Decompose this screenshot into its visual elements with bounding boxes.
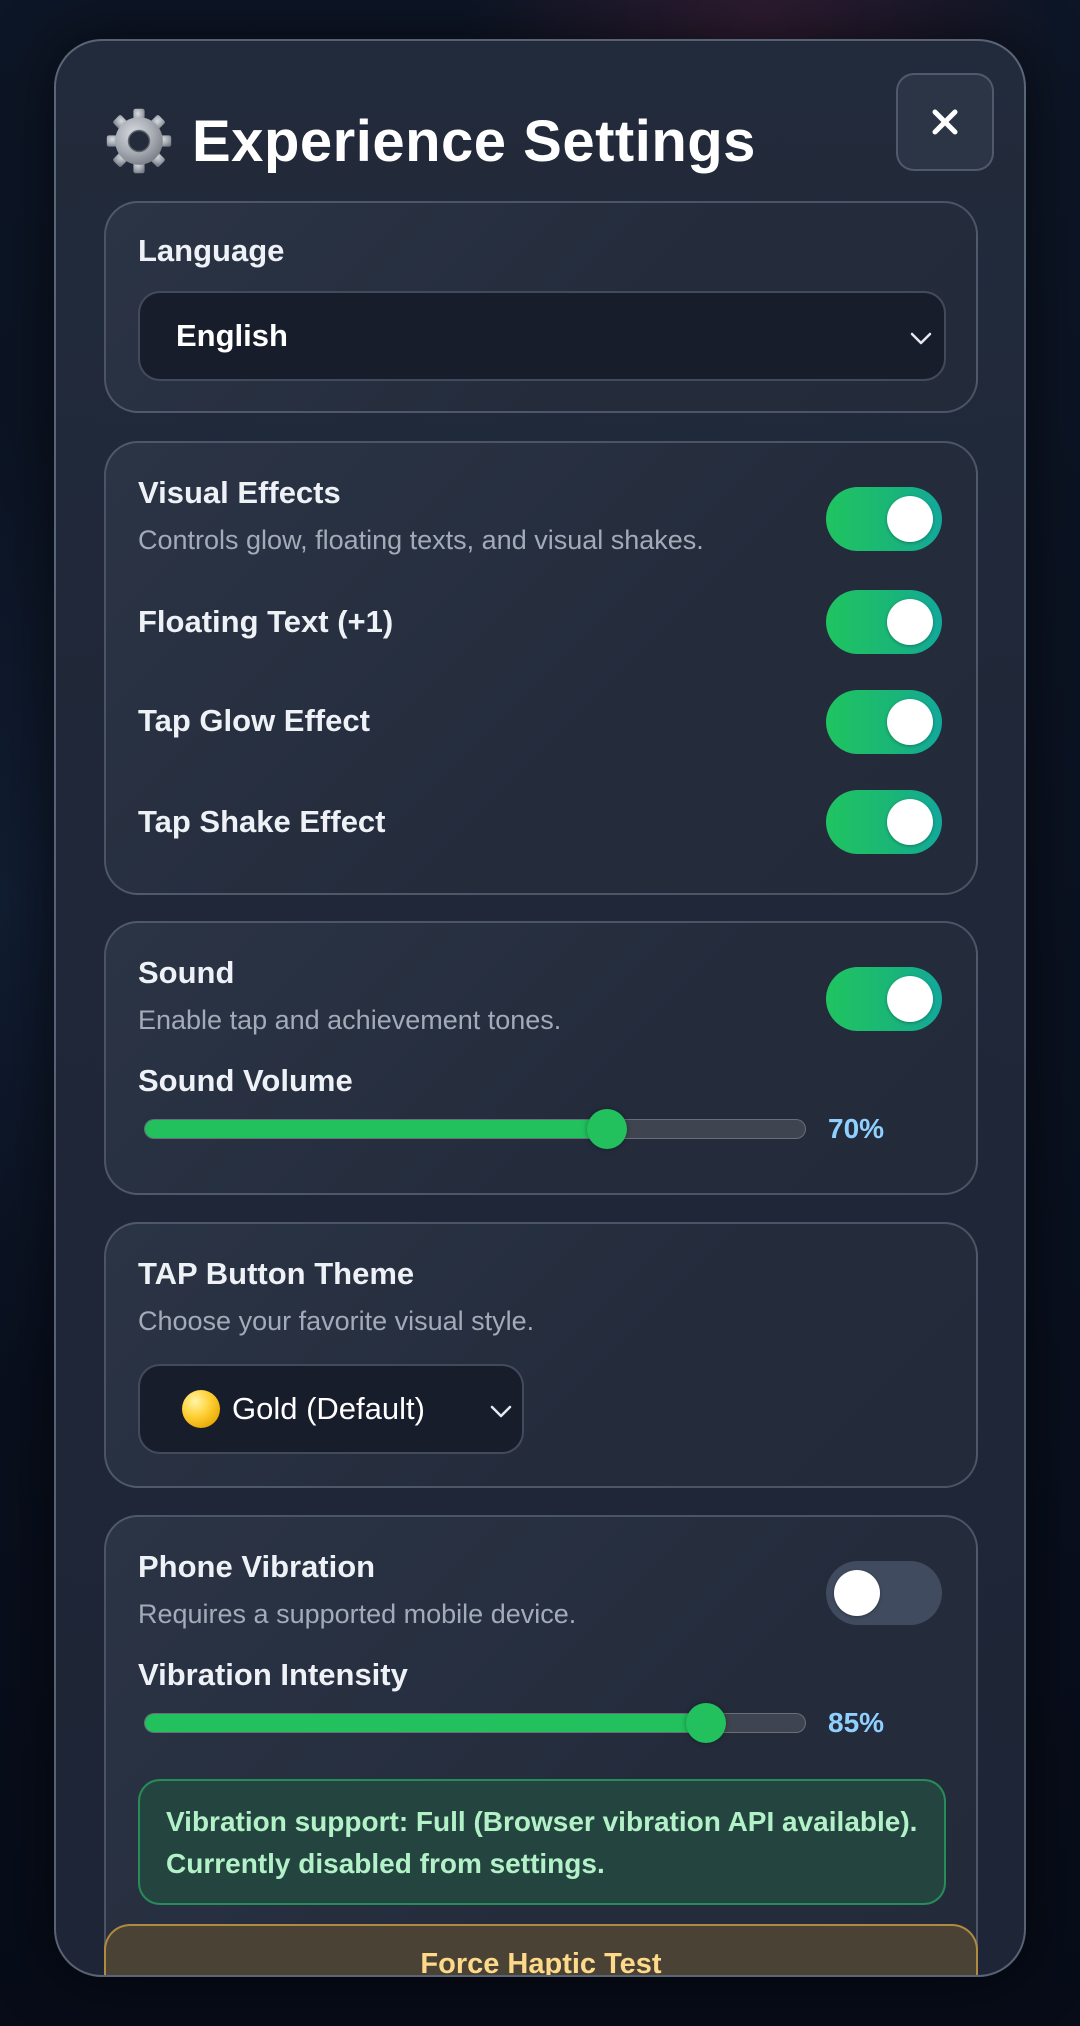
- close-button[interactable]: [896, 73, 994, 171]
- sound-label: Sound: [138, 955, 235, 990]
- toggle-knob: [887, 496, 933, 542]
- dialog-title: Experience Settings: [192, 108, 756, 174]
- chevron-down-icon: [910, 332, 932, 345]
- tap-glow-toggle[interactable]: [826, 690, 942, 754]
- language-label: Language: [138, 233, 285, 268]
- slider-fill: [145, 1120, 607, 1138]
- sound-toggle[interactable]: [826, 967, 942, 1031]
- theme-description: Choose your favorite visual style.: [138, 1306, 535, 1336]
- theme-card: TAP Button Theme Choose your favorite vi…: [104, 1222, 978, 1488]
- vibration-description: Requires a supported mobile device.: [138, 1599, 577, 1629]
- dialog-header: Experience Settings: [104, 91, 756, 191]
- tap-glow-label: Tap Glow Effect: [138, 703, 370, 738]
- vibration-intensity-label: Vibration Intensity: [138, 1657, 408, 1692]
- visual-effects-label: Visual Effects: [138, 475, 341, 510]
- theme-selected-value: Gold (Default): [232, 1391, 425, 1426]
- visual-effects-card: Visual Effects Controls glow, floating t…: [104, 441, 978, 895]
- toggle-knob: [887, 599, 933, 645]
- settings-dialog: Experience Settings Language English Vis…: [54, 39, 1026, 1977]
- visual-effects-description: Controls glow, floating texts, and visua…: [138, 525, 704, 555]
- sound-description: Enable tap and achievement tones.: [138, 1005, 562, 1035]
- tap-shake-label: Tap Shake Effect: [138, 804, 386, 839]
- sound-volume-slider[interactable]: [144, 1109, 806, 1149]
- sound-volume-label: Sound Volume: [138, 1063, 353, 1098]
- language-card: Language English: [104, 201, 978, 413]
- vibration-toggle[interactable]: [826, 1561, 942, 1625]
- language-select[interactable]: English: [138, 291, 946, 381]
- floating-text-toggle[interactable]: [826, 590, 942, 654]
- floating-text-label: Floating Text (+1): [138, 604, 394, 639]
- toggle-knob: [887, 799, 933, 845]
- vibration-intensity-value: 85%: [828, 1707, 885, 1738]
- vibration-support-notice: Vibration support: Full (Browser vibrati…: [138, 1779, 946, 1905]
- theme-label: TAP Button Theme: [138, 1256, 415, 1291]
- sound-card: Sound Enable tap and achievement tones. …: [104, 921, 978, 1195]
- vibration-label: Phone Vibration: [138, 1549, 376, 1584]
- force-haptic-test-button[interactable]: Force Haptic Test: [104, 1924, 978, 1975]
- slider-thumb[interactable]: [686, 1703, 726, 1743]
- slider-thumb[interactable]: [587, 1109, 627, 1149]
- gold-coin-icon: [182, 1390, 220, 1428]
- toggle-knob: [887, 699, 933, 745]
- language-selected-value: English: [176, 318, 288, 353]
- close-icon: [932, 109, 958, 135]
- tap-shake-toggle[interactable]: [826, 790, 942, 854]
- toggle-knob: [834, 1570, 880, 1616]
- vibration-card: Phone Vibration Requires a supported mob…: [104, 1515, 978, 1975]
- vibration-intensity-slider[interactable]: [144, 1703, 806, 1743]
- gear-icon: [106, 108, 172, 174]
- toggle-knob: [887, 976, 933, 1022]
- sound-volume-value: 70%: [828, 1113, 885, 1144]
- slider-fill: [145, 1714, 706, 1732]
- theme-select[interactable]: Gold (Default): [138, 1364, 524, 1454]
- chevron-down-icon: [490, 1405, 512, 1418]
- visual-effects-toggle[interactable]: [826, 487, 942, 551]
